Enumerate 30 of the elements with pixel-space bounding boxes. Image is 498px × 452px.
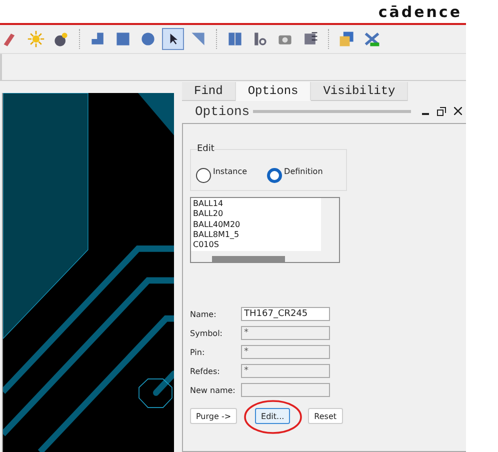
radio-option[interactable]: Instance [196, 167, 248, 183]
radio-label: Instance [213, 167, 248, 176]
input-field[interactable]: TH167_CR245 [241, 307, 330, 321]
field-label: Refdes: [190, 366, 221, 376]
radio-label: Definition [284, 167, 323, 176]
action-button[interactable]: Reset [308, 408, 343, 424]
scroll-thumb[interactable] [212, 256, 285, 262]
action-button[interactable]: Purge -> [190, 408, 238, 424]
field-label: New name: [190, 386, 236, 394]
field-label: Symbol: [190, 328, 224, 338]
panel-tab[interactable]: Find [182, 82, 236, 101]
restore-icon[interactable] [437, 106, 446, 116]
panel-title: Options [195, 104, 250, 118]
radio-option[interactable]: Definition [267, 167, 323, 183]
field-label: Name: [190, 310, 218, 318]
close-icon[interactable] [454, 107, 462, 115]
radio-icon[interactable] [267, 168, 282, 183]
panel-tab[interactable]: Options [236, 82, 312, 101]
list-item[interactable]: BALL14 [193, 199, 319, 210]
panel-tab[interactable]: Visibility [311, 82, 408, 101]
highlight-ellipse [244, 400, 302, 434]
list-item[interactable]: C010S [193, 240, 319, 250]
group-label: Edit [197, 144, 214, 154]
field-label: Pin: [190, 348, 206, 356]
list-item[interactable]: BALL8M1_5 [193, 230, 319, 240]
action-button[interactable]: Edit... [255, 408, 290, 424]
list-item[interactable]: BALL20 [193, 209, 319, 220]
radio-icon[interactable] [196, 168, 211, 183]
brand-logo: cādence [378, 2, 462, 20]
list-item[interactable]: BALL40M20 [193, 220, 319, 230]
